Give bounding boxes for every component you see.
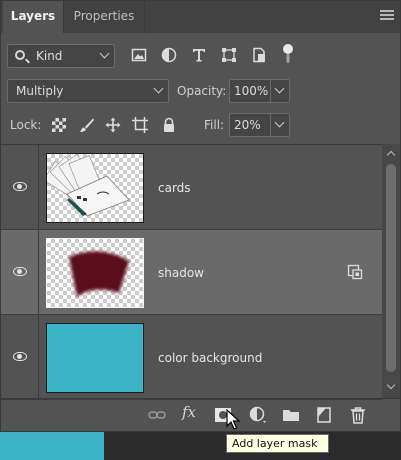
smart-object-badge-icon bbox=[347, 264, 363, 280]
scroll-thumb[interactable] bbox=[386, 164, 396, 372]
chevron-down-icon[interactable] bbox=[274, 83, 285, 94]
layer-name[interactable]: cards bbox=[158, 181, 191, 195]
type-filter-icon[interactable] bbox=[191, 47, 207, 63]
search-icon bbox=[15, 50, 25, 60]
blend-mode-dropdown[interactable]: Multiply bbox=[7, 79, 169, 103]
tooltip: Add layer mask bbox=[226, 434, 329, 453]
adjustment-filter-icon[interactable] bbox=[161, 47, 177, 63]
canvas-background-strip bbox=[0, 432, 104, 460]
layer-list-scrollbar[interactable] bbox=[382, 144, 400, 398]
panel-menu-icon[interactable] bbox=[380, 10, 394, 22]
panel-tab-bar: Layers Properties bbox=[1, 1, 400, 33]
chevron-down-icon bbox=[153, 83, 164, 94]
layer-list: cards shadow color background bbox=[1, 144, 382, 400]
chevron-down-icon[interactable] bbox=[274, 117, 285, 128]
scroll-down-icon[interactable] bbox=[386, 380, 396, 390]
lock-image-pixels-icon[interactable] bbox=[79, 117, 95, 133]
fill-field[interactable]: 20% bbox=[229, 113, 290, 137]
fx-icon[interactable]: fx bbox=[182, 403, 204, 421]
new-group-icon[interactable] bbox=[282, 406, 300, 424]
visibility-toggle[interactable] bbox=[1, 145, 39, 229]
layer-row-color-background[interactable]: color background bbox=[1, 315, 382, 400]
delete-layer-icon[interactable] bbox=[349, 406, 367, 424]
opacity-value: 100% bbox=[234, 84, 269, 98]
link-layers-icon[interactable] bbox=[148, 406, 166, 424]
layer-name[interactable]: color background bbox=[158, 351, 262, 365]
lock-artboard-icon[interactable] bbox=[132, 117, 148, 133]
layer-row-shadow[interactable]: shadow bbox=[1, 230, 382, 315]
layer-thumbnail bbox=[46, 323, 144, 393]
eye-icon bbox=[13, 182, 27, 191]
lock-all-icon[interactable] bbox=[161, 117, 177, 133]
filter-toggle-icon[interactable] bbox=[280, 43, 296, 65]
mouse-cursor-icon bbox=[226, 409, 240, 430]
visibility-toggle[interactable] bbox=[1, 230, 39, 314]
eye-icon bbox=[13, 352, 27, 361]
layer-thumbnail bbox=[43, 153, 144, 223]
lock-transparent-pixels-icon[interactable] bbox=[51, 117, 67, 133]
opacity-field[interactable]: 100% bbox=[229, 79, 290, 103]
layer-name[interactable]: shadow bbox=[158, 266, 204, 280]
layer-thumbnail bbox=[46, 238, 144, 308]
filter-kind-dropdown[interactable]: Kind bbox=[7, 44, 115, 68]
lock-label: Lock: bbox=[10, 118, 42, 132]
tab-layers[interactable]: Layers bbox=[3, 1, 63, 33]
adjustment-layer-icon[interactable] bbox=[249, 406, 267, 424]
chevron-down-icon bbox=[99, 48, 110, 59]
blend-mode-value: Multiply bbox=[16, 84, 64, 98]
layer-row-cards[interactable]: cards bbox=[1, 145, 382, 230]
new-layer-icon[interactable] bbox=[315, 406, 333, 424]
visibility-toggle[interactable] bbox=[1, 315, 39, 399]
layers-panel: Layers Properties Kind Multiply Opacity: bbox=[0, 0, 401, 432]
layers-bottom-toolbar: fx bbox=[1, 398, 400, 432]
tab-properties[interactable]: Properties bbox=[63, 1, 145, 33]
eye-icon bbox=[13, 267, 27, 276]
lock-position-icon[interactable] bbox=[105, 117, 121, 133]
smart-object-filter-icon[interactable] bbox=[251, 47, 267, 63]
filter-kind-value: Kind bbox=[36, 49, 63, 63]
fill-value: 20% bbox=[234, 118, 261, 132]
opacity-label: Opacity: bbox=[177, 84, 227, 98]
image-filter-icon[interactable] bbox=[131, 47, 147, 63]
fill-label: Fill: bbox=[204, 118, 225, 132]
shape-filter-icon[interactable] bbox=[221, 47, 237, 63]
scroll-up-icon[interactable] bbox=[386, 150, 396, 160]
